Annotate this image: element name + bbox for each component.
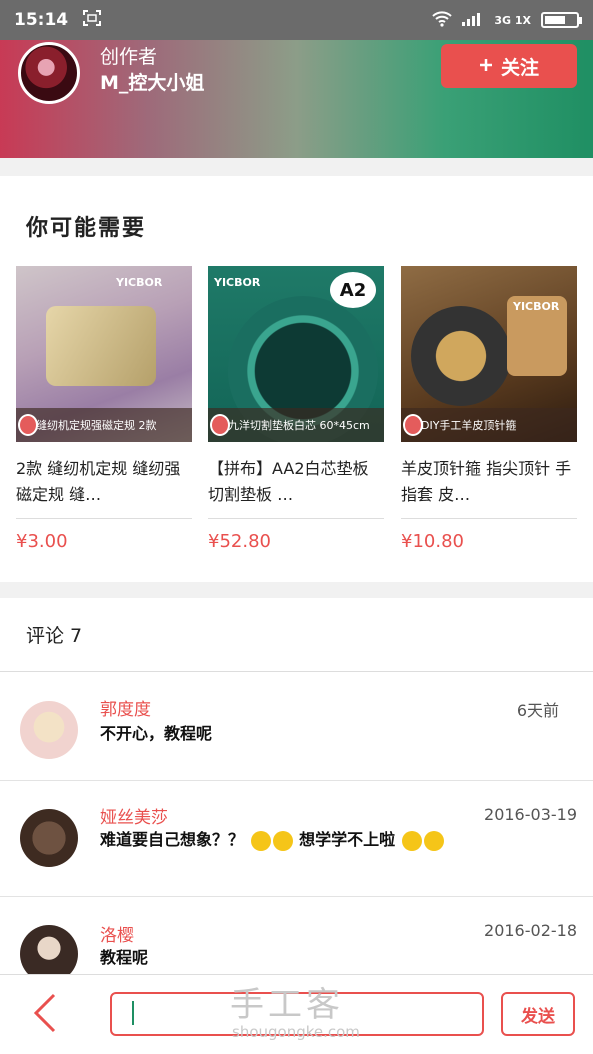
recommend-title: 你可能需要 [26,216,147,241]
product-brand: YICBOR [116,276,163,289]
plus-icon [479,55,493,77]
commenter-name[interactable]: 洛樱 [100,921,134,946]
product-title[interactable]: 2款 缝纫机定规 缝纫强磁定规 缝… [16,456,192,508]
comment-text: 教程呢 [100,948,149,967]
product-caption: 缝纫机定规强磁定规 2款 [16,408,192,442]
emoji-icon [423,830,444,851]
comment-item: 郭度度 6天前 不开心，教程呢 [0,673,593,781]
divider [16,518,192,519]
comment-text: 难道要自己想象？？ 想学学不上啦 [100,827,460,853]
signal-icon [462,12,484,29]
divider [208,518,384,519]
shop-badge-icon [210,414,230,436]
chevron-left-icon [32,993,58,1037]
comment-item: 洛樱 2016-02-18 教程呢 [0,897,593,983]
comments-header: 评论 7 [0,598,593,672]
status-bar: 15:14 3G 1X [0,0,593,40]
product-price: ¥52.80 [208,531,271,552]
status-time: 15:14 [14,10,69,30]
comment-time: 2016-03-19 [484,805,577,824]
network-label: 3G 1X [494,13,531,27]
emoji-icon [401,830,422,851]
comment-bar: 手工客 shougongke.com 发送 [0,974,593,1054]
commenter-name[interactable]: 娅丝美莎 [100,803,168,828]
follow-label: 关注 [500,56,539,79]
comment-time: 2016-02-18 [484,921,577,940]
send-button[interactable]: 发送 [501,992,575,1036]
product-image[interactable]: YICBOR A2 九洋切割垫板白芯 60*45cm [208,266,384,442]
product-caption: DIY手工羊皮顶针箍 [401,408,577,442]
product-card[interactable]: YICBOR 缝纫机定规强磁定规 2款 2款 缝纫机定规 缝纫强磁定规 缝… ¥… [16,266,192,552]
author-name[interactable]: M_控大小姐 [100,68,204,95]
author-subtitle: 创作者 [100,46,158,68]
comment-text-part: 想学学不上啦 [299,830,396,849]
screenshot-icon [82,9,102,32]
divider [401,518,577,519]
emoji-icon [272,830,293,851]
author-avatar[interactable] [18,42,80,104]
size-badge: A2 [330,272,376,308]
comment-text: 不开心，教程呢 [100,724,213,743]
product-title[interactable]: 【拼布】AA2白芯垫板 切割垫板 … [208,456,384,508]
comment-text-part: 难道要自己想象？？ [100,830,245,849]
commenter-avatar[interactable] [20,809,78,867]
product-image[interactable]: YICBOR 缝纫机定规强磁定规 2款 [16,266,192,442]
comment-item: 娅丝美莎 2016-03-19 难道要自己想象？？ 想学学不上啦 [0,781,593,897]
watermark-logo: 手工客 [230,985,344,1025]
comment-time: 6天前 [516,701,559,720]
comments-section: 评论 7 郭度度 6天前 不开心，教程呢 娅丝美莎 2016-03-19 难道要… [0,598,593,983]
product-title[interactable]: 羊皮顶针箍 指尖顶针 手指套 皮… [401,456,577,508]
emoji-icon [250,830,271,851]
product-image[interactable]: YICBOR DIY手工羊皮顶针箍 [401,266,577,442]
back-button[interactable] [28,993,62,1037]
shop-badge-icon [18,414,38,436]
commenter-avatar[interactable] [20,701,78,759]
product-card[interactable]: YICBOR DIY手工羊皮顶针箍 羊皮顶针箍 指尖顶针 手指套 皮… ¥10.… [401,266,577,552]
recommend-section: 你可能需要 YICBOR 缝纫机定规强磁定规 2款 2款 缝纫机定规 缝纫强磁定… [0,176,593,582]
product-card[interactable]: YICBOR A2 九洋切割垫板白芯 60*45cm 【拼布】AA2白芯垫板 切… [208,266,384,552]
product-brand: YICBOR [513,300,560,313]
product-price: ¥10.80 [401,531,464,552]
battery-icon [541,12,582,28]
watermark-url: shougongke.com [232,1023,360,1041]
product-caption: 九洋切割垫板白芯 60*45cm [208,408,384,442]
follow-button[interactable]: 关注 [441,44,577,88]
shop-badge-icon [403,414,423,436]
product-brand: YICBOR [214,276,261,289]
author-banner: 创作者 M_控大小姐 关注 [0,40,593,158]
commenter-name[interactable]: 郭度度 [100,695,151,720]
product-price: ¥3.00 [16,531,68,552]
wifi-icon [432,10,453,30]
